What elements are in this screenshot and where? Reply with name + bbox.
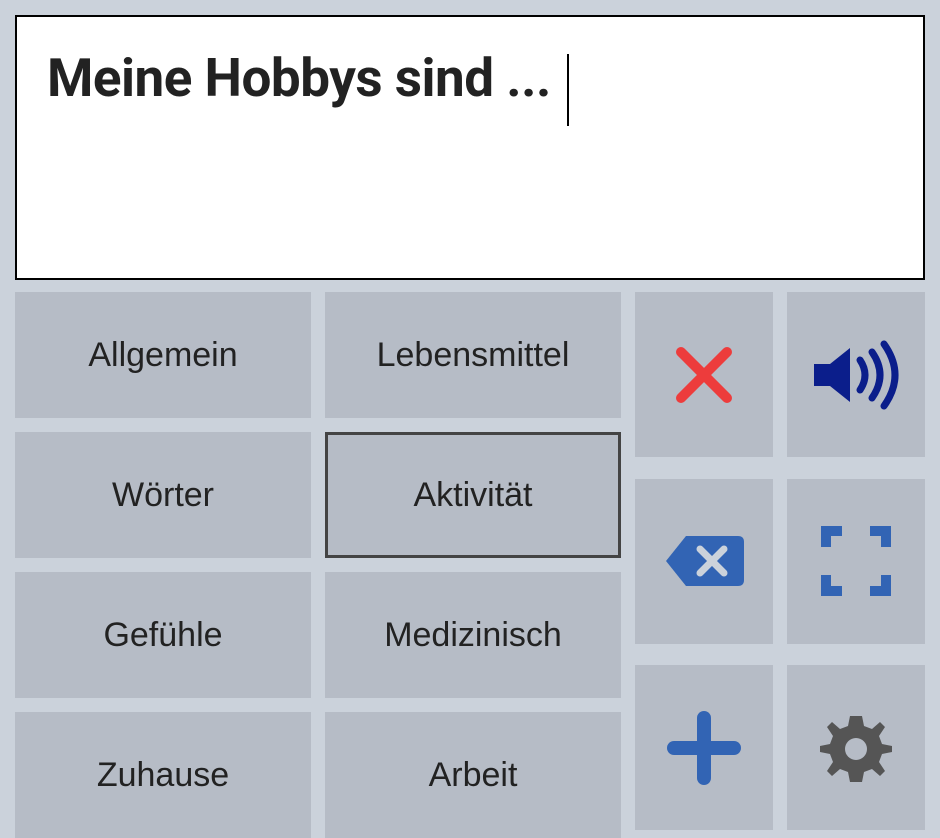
category-medizinisch[interactable]: Medizinisch	[325, 572, 621, 698]
backspace-icon	[662, 531, 746, 591]
category-label: Arbeit	[429, 756, 518, 795]
gear-icon	[818, 710, 894, 786]
category-grid: Allgemein Lebensmittel Wörter Aktivität …	[15, 292, 621, 838]
category-arbeit[interactable]: Arbeit	[325, 712, 621, 838]
category-label: Allgemein	[88, 336, 237, 375]
category-woerter[interactable]: Wörter	[15, 432, 311, 558]
category-lebensmittel[interactable]: Lebensmittel	[325, 292, 621, 418]
category-aktivitaet[interactable]: Aktivität	[325, 432, 621, 558]
category-label: Wörter	[112, 476, 214, 515]
category-label: Gefühle	[103, 616, 222, 655]
category-label: Aktivität	[413, 476, 532, 515]
category-label: Medizinisch	[384, 616, 562, 655]
fullscreen-icon	[818, 523, 894, 599]
add-button[interactable]	[635, 665, 773, 830]
settings-button[interactable]	[787, 665, 925, 830]
category-allgemein[interactable]: Allgemein	[15, 292, 311, 418]
main-grid: Allgemein Lebensmittel Wörter Aktivität …	[0, 292, 940, 838]
category-label: Zuhause	[97, 756, 229, 795]
category-label: Lebensmittel	[377, 336, 570, 375]
category-zuhause[interactable]: Zuhause	[15, 712, 311, 838]
category-gefuehle[interactable]: Gefühle	[15, 572, 311, 698]
text-display-area[interactable]: Meine Hobbys sind ...	[15, 15, 925, 280]
speaker-icon	[806, 340, 906, 410]
text-content: Meine Hobbys sind ...	[47, 47, 551, 109]
backspace-button[interactable]	[635, 479, 773, 644]
text-cursor	[567, 54, 569, 126]
close-icon	[669, 340, 739, 410]
fullscreen-button[interactable]	[787, 479, 925, 644]
action-grid	[635, 292, 925, 838]
plus-icon	[666, 710, 742, 786]
clear-button[interactable]	[635, 292, 773, 457]
speak-button[interactable]	[787, 292, 925, 457]
